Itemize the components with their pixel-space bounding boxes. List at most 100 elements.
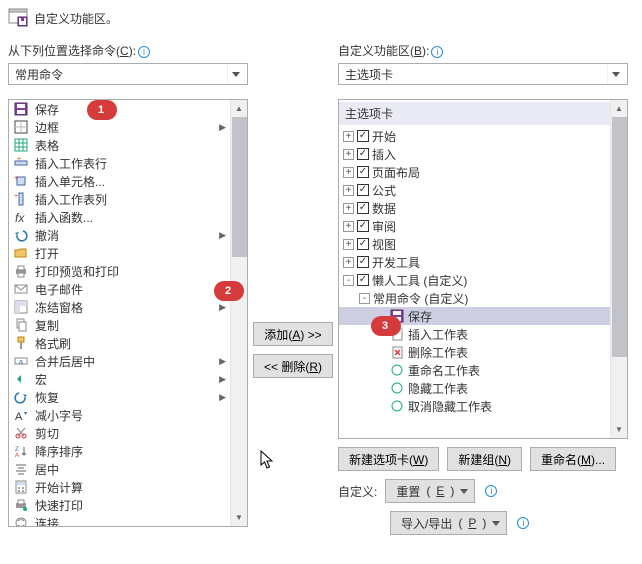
expand-icon[interactable]: + <box>343 203 354 214</box>
command-item[interactable]: 恢复 ▶ <box>9 388 230 406</box>
checkbox[interactable]: ✓ <box>357 184 369 196</box>
collapse-icon[interactable]: - <box>343 275 354 286</box>
expand-icon[interactable]: + <box>343 185 354 196</box>
command-icon: a <box>13 353 29 369</box>
expand-icon <box>375 365 386 376</box>
tree-node[interactable]: 隐藏工作表 <box>339 379 610 397</box>
scroll-up-icon[interactable]: ▲ <box>231 100 247 117</box>
command-item[interactable]: 快速打印 <box>9 496 230 514</box>
tree-node[interactable]: +✓开始 <box>339 127 610 145</box>
info-icon[interactable]: i <box>431 46 443 58</box>
command-item[interactable]: 居中 <box>9 460 230 478</box>
left-panel: 从下列位置选择命令(C):i 常用命令 1 2 保存边框▶表格+插入工作表行+插… <box>8 42 248 527</box>
checkbox[interactable]: ✓ <box>357 256 369 268</box>
command-item[interactable]: 边框▶ <box>9 118 230 136</box>
right-panel: 自定义功能区(B):i 主选项卡 主选项卡 +✓开始+✓插入+✓页面布局+✓公式… <box>338 42 628 535</box>
expand-icon[interactable]: + <box>343 239 354 250</box>
scrollbar[interactable]: ▲ ▼ <box>610 100 627 438</box>
command-item[interactable]: ZA降序排序 <box>9 442 230 460</box>
checkbox[interactable]: ✓ <box>357 238 369 250</box>
scroll-up-icon[interactable]: ▲ <box>611 100 627 117</box>
expand-icon[interactable]: + <box>343 257 354 268</box>
svg-text:A: A <box>15 411 23 422</box>
checkbox[interactable]: ✓ <box>357 202 369 214</box>
tree-node[interactable]: 删除工作表 <box>339 343 610 361</box>
command-item[interactable]: 撤消▶ <box>9 226 230 244</box>
command-icon: ZA <box>13 443 29 459</box>
info-icon[interactable]: i <box>485 485 497 497</box>
svg-text:a: a <box>19 359 23 366</box>
tree-node[interactable]: -常用命令 (自定义) <box>339 289 610 307</box>
callout-badge-3: 3 <box>371 316 401 336</box>
tree-node[interactable]: +✓视图 <box>339 235 610 253</box>
import-row: 导入/导出(P) i <box>390 511 628 535</box>
info-icon[interactable]: i <box>138 46 150 58</box>
scroll-thumb[interactable] <box>612 117 627 357</box>
command-item[interactable]: 表格 <box>9 136 230 154</box>
command-item[interactable]: 开始计算 <box>9 478 230 496</box>
collapse-icon[interactable]: - <box>359 293 370 304</box>
add-button[interactable]: 添加(A) >> <box>253 322 332 346</box>
tree-node[interactable]: +✓公式 <box>339 181 610 199</box>
scroll-thumb[interactable] <box>232 117 247 257</box>
command-item[interactable]: +插入工作表行 <box>9 154 230 172</box>
command-label: 恢复 <box>35 389 59 406</box>
submenu-arrow-icon: ▶ <box>219 392 226 403</box>
checkbox[interactable]: ✓ <box>357 130 369 142</box>
command-item[interactable]: 格式刷 <box>9 334 230 352</box>
command-item[interactable]: 打开 <box>9 244 230 262</box>
expand-icon[interactable]: + <box>343 131 354 142</box>
scroll-down-icon[interactable]: ▼ <box>231 509 247 526</box>
tab-buttons-row: 新建选项卡(W) 新建组(N) 重命名(M)... <box>338 447 628 471</box>
expand-icon[interactable]: + <box>343 221 354 232</box>
dropdown-value: 常用命令 <box>15 66 63 83</box>
expand-icon[interactable]: + <box>343 167 354 178</box>
command-item[interactable]: fx插入函数... <box>9 208 230 226</box>
checkbox[interactable]: ✓ <box>357 166 369 178</box>
remove-button[interactable]: << 删除(R) <box>253 354 333 378</box>
checkbox[interactable]: ✓ <box>357 274 369 286</box>
new-tab-button[interactable]: 新建选项卡(W) <box>338 447 439 471</box>
tree-node[interactable]: +✓开发工具 <box>339 253 610 271</box>
command-label: 居中 <box>35 461 59 478</box>
import-export-button[interactable]: 导入/导出(P) <box>390 511 507 535</box>
checkbox[interactable]: ✓ <box>357 148 369 160</box>
command-icon <box>13 119 29 135</box>
command-icon <box>13 299 29 315</box>
tree-node[interactable]: +✓数据 <box>339 199 610 217</box>
command-item[interactable]: 连接 <box>9 514 230 526</box>
rename-button[interactable]: 重命名(M)... <box>530 447 616 471</box>
command-item[interactable]: 打印预览和打印 <box>9 262 230 280</box>
new-group-button[interactable]: 新建组(N) <box>447 447 522 471</box>
scrollbar[interactable]: ▲ ▼ <box>230 100 247 526</box>
reset-button[interactable]: 重置(E) <box>385 479 475 503</box>
command-item[interactable]: 剪切 <box>9 424 230 442</box>
command-item[interactable]: +插入单元格... <box>9 172 230 190</box>
tree-node[interactable]: -✓懒人工具 (自定义) <box>339 271 610 289</box>
command-item[interactable]: 保存 <box>9 100 230 118</box>
ribbon-target-dropdown[interactable]: 主选项卡 <box>338 63 628 85</box>
command-item[interactable]: 复制 <box>9 316 230 334</box>
tree-node[interactable]: +✓插入 <box>339 145 610 163</box>
command-icon <box>389 362 405 378</box>
scroll-down-icon[interactable]: ▼ <box>611 421 627 438</box>
command-item[interactable]: a合并后居中▶ <box>9 352 230 370</box>
tree-node[interactable]: 重命名工作表 <box>339 361 610 379</box>
tree-node[interactable]: +✓审阅 <box>339 217 610 235</box>
command-item[interactable]: +插入工作表列 <box>9 190 230 208</box>
commands-listbox[interactable]: 1 2 保存边框▶表格+插入工作表行+插入单元格...+插入工作表列fx插入函数… <box>8 99 248 527</box>
svg-text:fx: fx <box>15 211 25 224</box>
command-label: 格式刷 <box>35 335 71 352</box>
command-item[interactable]: 宏▶ <box>9 370 230 388</box>
command-item[interactable]: 冻结窗格▶ <box>9 298 230 316</box>
command-item[interactable]: A减小字号 <box>9 406 230 424</box>
command-item[interactable]: 电子邮件 <box>9 280 230 298</box>
expand-icon[interactable]: + <box>343 149 354 160</box>
checkbox[interactable]: ✓ <box>357 220 369 232</box>
ribbon-tree[interactable]: 主选项卡 +✓开始+✓插入+✓页面布局+✓公式+✓数据+✓审阅+✓视图+✓开发工… <box>338 99 628 439</box>
info-icon[interactable]: i <box>517 517 529 529</box>
tree-node[interactable]: +✓页面布局 <box>339 163 610 181</box>
tree-node[interactable]: 取消隐藏工作表 <box>339 397 610 415</box>
commands-source-dropdown[interactable]: 常用命令 <box>8 63 248 85</box>
tree-label: 页面布局 <box>372 164 420 181</box>
